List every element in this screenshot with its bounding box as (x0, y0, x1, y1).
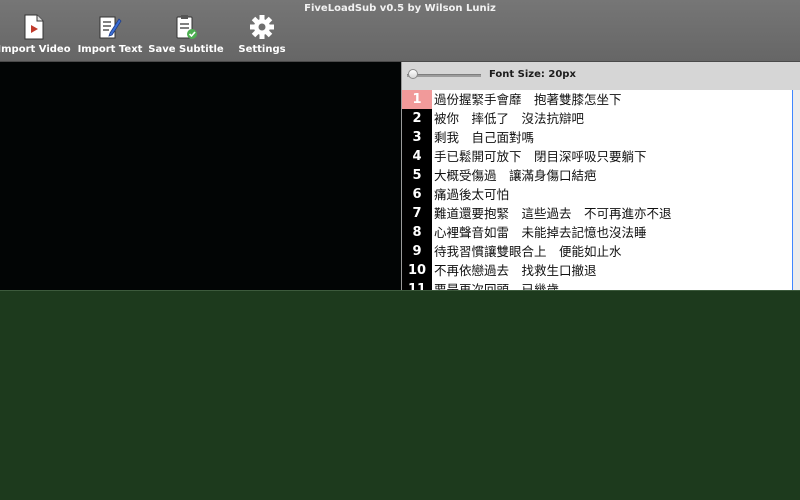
save-subtitle-label: Save Subtitle (148, 44, 224, 55)
subtitle-row[interactable]: 7 難道還要抱緊 這些過去 不可再進亦不退 (402, 204, 792, 223)
font-size-slider[interactable] (407, 74, 481, 77)
text-file-edit-icon (99, 16, 122, 39)
subtitle-row-text[interactable]: 過份握緊手會靡 抱著雙膝怎坐下 (434, 90, 622, 109)
subtitle-list: 1 過份握緊手會靡 抱著雙膝怎坐下 2 被你 摔低了 沒法抗辯吧 3 剩我 自己面對嗎 4 手… (402, 90, 792, 290)
subtitle-row-number: 9 (402, 242, 432, 261)
import-text-label: Import Text (77, 44, 143, 55)
subtitle-row-text[interactable]: 不再依戀過去 找救生口撤退 (434, 261, 597, 280)
toolbar: FiveLoadSub v0.5 by Wilson Luniz Import … (0, 0, 800, 62)
subtitle-row[interactable]: 2 被你 摔低了 沒法抗辯吧 (402, 109, 792, 128)
subtitle-row-text[interactable]: 心裡聲音如雷 未能掉去記憶也沒法睡 (434, 223, 647, 242)
subtitle-row-number: 2 (402, 109, 432, 128)
import-video-label: Import Video (0, 44, 71, 55)
subtitle-row[interactable]: 5 大概受傷過 讓滿身傷口結疤 (402, 166, 792, 185)
subtitle-panel: Font Size: 20px 1 過份握緊手會靡 抱著雙膝怎坐下 2 被你 摔低了 … (401, 62, 800, 290)
import-text-button[interactable]: Import Text (72, 14, 148, 60)
subtitle-row-text[interactable]: 要是再次回頭 已幾歲 (434, 280, 559, 290)
clipboard-check-icon (176, 15, 197, 39)
subtitle-row-text[interactable]: 剩我 自己面對嗎 (434, 128, 534, 147)
video-file-icon (24, 14, 44, 40)
font-size-label: Font Size: 20px (489, 69, 576, 80)
subtitle-row-number: 7 (402, 204, 432, 223)
subtitle-row-text[interactable]: 大概受傷過 讓滿身傷口結疤 (434, 166, 597, 185)
subtitle-row-number: 10 (402, 261, 432, 280)
settings-label: Settings (238, 44, 286, 55)
subtitle-row[interactable]: 3 剩我 自己面對嗎 (402, 128, 792, 147)
subtitle-row-number: 1 (402, 90, 432, 109)
font-size-slider-thumb[interactable] (408, 69, 418, 79)
subtitle-row[interactable]: 4 手已鬆開可放下 閉目深呼吸只要躺下 (402, 147, 792, 166)
save-subtitle-button[interactable]: Save Subtitle (148, 14, 224, 60)
subtitle-row-text[interactable]: 待我習慣讓雙眼合上 便能如止水 (434, 242, 622, 261)
subtitle-row-number: 6 (402, 185, 432, 204)
subtitle-row-text[interactable]: 手已鬆開可放下 閉目深呼吸只要躺下 (434, 147, 647, 166)
subtitle-row-number: 5 (402, 166, 432, 185)
subtitle-row-number: 8 (402, 223, 432, 242)
subtitle-row-text[interactable]: 被你 摔低了 沒法抗辯吧 (434, 109, 584, 128)
subtitle-row-text[interactable]: 難道還要抱緊 這些過去 不可再進亦不退 (434, 204, 672, 223)
subtitle-row[interactable]: 11 要是再次回頭 已幾歲 (402, 280, 792, 290)
subtitle-row[interactable]: 1 過份握緊手會靡 抱著雙膝怎坐下 (402, 90, 792, 109)
settings-button[interactable]: Settings (224, 14, 300, 60)
subtitle-row-number: 3 (402, 128, 432, 147)
subtitle-row-text[interactable]: 痛過後太可怕 (434, 185, 509, 204)
timeline-area[interactable] (0, 290, 800, 500)
subtitle-row[interactable]: 8 心裡聲音如雷 未能掉去記憶也沒法睡 (402, 223, 792, 242)
import-video-button[interactable]: Import Video (0, 14, 72, 60)
gear-icon (250, 15, 274, 39)
video-preview[interactable] (0, 62, 401, 290)
subtitle-row-number: 4 (402, 147, 432, 166)
subtitle-row[interactable]: 9 待我習慣讓雙眼合上 便能如止水 (402, 242, 792, 261)
window-title: FiveLoadSub v0.5 by Wilson Luniz (304, 3, 496, 14)
subtitle-row[interactable]: 6 痛過後太可怕 (402, 185, 792, 204)
subtitle-row-number: 11 (402, 280, 432, 290)
subtitle-row[interactable]: 10 不再依戀過去 找救生口撤退 (402, 261, 792, 280)
subtitle-list-scrollbar[interactable] (792, 90, 800, 290)
